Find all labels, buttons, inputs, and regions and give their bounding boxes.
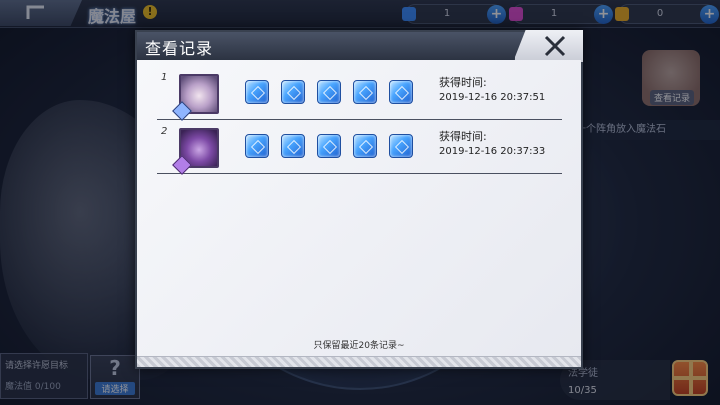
footer-note: 只保留最近20条记录~ [313, 341, 405, 351]
record-item: 2 获得时间: 2019-12-16 20:37:33 [157, 122, 562, 175]
magic-gem-icon [245, 134, 269, 158]
obtain-time-value: 2019-12-16 20:37:33 [439, 146, 546, 157]
magic-gem-icon [389, 134, 413, 158]
element-badge-icon [172, 101, 192, 121]
obtain-time-value: 2019-12-16 20:37:51 [439, 92, 546, 103]
magic-gem-icon [389, 80, 413, 104]
dialog-header: 查看记录 [137, 32, 581, 60]
element-badge-icon [172, 155, 192, 175]
obtain-time-label: 获得时间: [439, 76, 487, 89]
record-index: 2 [161, 126, 168, 137]
dialog-bottom-strip [137, 356, 581, 367]
dialog-title: 查看记录 [145, 39, 214, 58]
dialog-body: 1 获得时间: 2019-12-16 20:37:51 2 获得时间: 2019… [137, 60, 581, 360]
close-icon [544, 35, 566, 57]
magic-gem-icon [317, 134, 341, 158]
magic-gem-icon [281, 80, 305, 104]
character-avatar [172, 74, 219, 121]
magic-gem-icon [353, 80, 377, 104]
character-avatar [172, 128, 219, 175]
magic-gem-icon [317, 80, 341, 104]
magic-gem-icon [353, 134, 377, 158]
magic-gem-icon [245, 80, 269, 104]
obtain-time-label: 获得时间: [439, 130, 487, 143]
record-item: 1 获得时间: 2019-12-16 20:37:51 [157, 68, 562, 121]
record-dialog: 查看记录 1 获得时间: 2019-12-16 20:37:51 2 获得时间:… [135, 30, 583, 369]
magic-gem-icon [281, 134, 305, 158]
record-index: 1 [161, 72, 168, 83]
